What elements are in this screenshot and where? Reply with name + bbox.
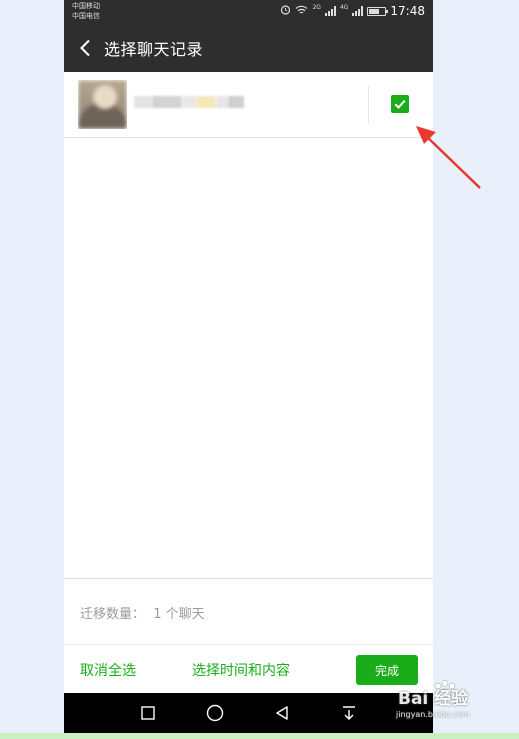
select-time-content-button[interactable]: 选择时间和内容 — [192, 660, 290, 680]
watermark-url: jingyan.baidu.com — [396, 710, 470, 719]
carrier-label-1: 中国移动 — [72, 2, 100, 10]
phone-screen: 中国移动 中国电信 2G 4G 17:48 选择聊天记录 迁移数量： 1 个聊天… — [64, 0, 433, 733]
signal-icon-2 — [352, 6, 364, 16]
notification-down-icon[interactable] — [334, 698, 364, 728]
page-title: 选择聊天记录 — [104, 40, 204, 59]
select-checkbox[interactable] — [391, 95, 409, 113]
network-type-1: 2G — [312, 4, 321, 11]
wifi-icon — [295, 4, 308, 18]
carrier-info: 中国移动 中国电信 — [72, 1, 100, 21]
back-arrow-icon[interactable] — [66, 24, 104, 72]
bottom-strip — [0, 733, 519, 739]
network-type-2: 4G — [339, 4, 349, 11]
status-icons: 2G 4G 17:48 — [280, 4, 425, 18]
migration-count: 迁移数量： 1 个聊天 — [80, 607, 205, 622]
row-divider — [368, 86, 369, 124]
android-nav-bar — [64, 693, 433, 733]
annotation-arrow-icon — [416, 126, 481, 189]
summary-divider — [64, 578, 433, 579]
alarm-icon — [280, 4, 291, 18]
deselect-all-button[interactable]: 取消全选 — [80, 660, 136, 680]
carrier-label-2: 中国电信 — [72, 12, 100, 20]
battery-icon — [367, 6, 389, 16]
title-bar: 选择聊天记录 — [64, 24, 433, 72]
signal-icon — [324, 6, 336, 16]
chat-list-item[interactable] — [64, 72, 433, 138]
circle-icon[interactable] — [200, 698, 230, 728]
check-icon — [394, 99, 406, 109]
avatar — [78, 80, 127, 129]
triangle-back-icon[interactable] — [267, 698, 297, 728]
square-icon[interactable] — [133, 698, 163, 728]
status-time: 17:48 — [390, 4, 425, 18]
watermark-brand: Bai 经验 — [398, 689, 469, 709]
status-bar: 中国移动 中国电信 2G 4G 17:48 — [64, 0, 433, 24]
contact-name-redacted — [134, 96, 244, 110]
bottom-divider — [64, 644, 433, 645]
done-button[interactable]: 完成 — [356, 655, 418, 685]
